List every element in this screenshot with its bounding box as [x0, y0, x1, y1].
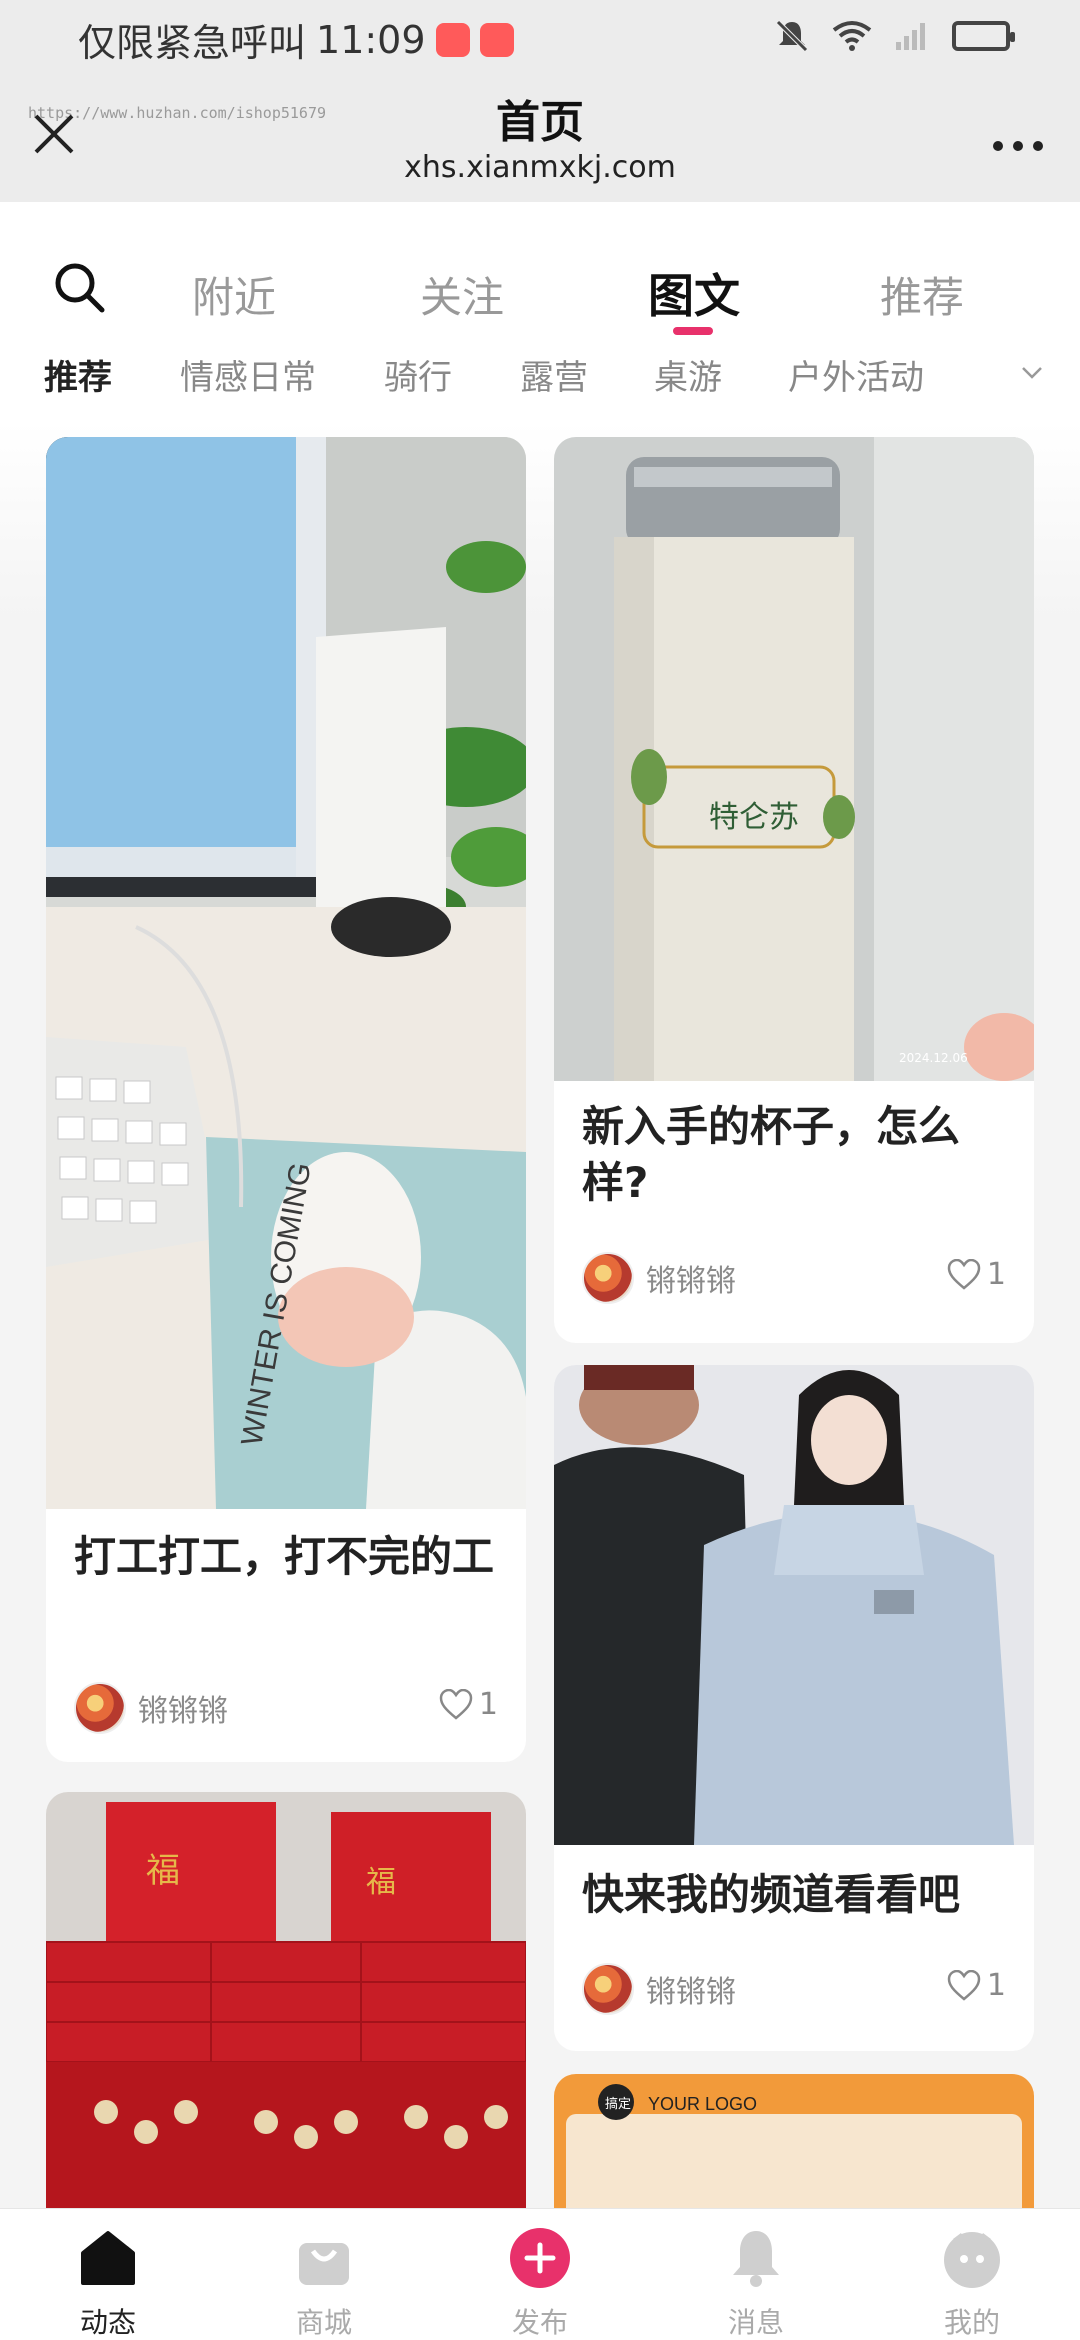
note-card[interactable]: WINTER IS COMING 打工打工，打不完的工 锵锵锵 1	[46, 437, 526, 1762]
nav-label: 我的	[943, 2306, 1000, 2339]
avatar	[582, 1252, 634, 1304]
profile-icon	[944, 2232, 1000, 2288]
mute-bell-icon	[776, 20, 808, 52]
app-content: 附近 关注 图文 推荐 推荐 情感日常 骑行 露营 桌游 户外活动 WINTER…	[0, 202, 1080, 2208]
more-options-button[interactable]	[992, 116, 1044, 156]
category-recommend[interactable]: 推荐	[44, 350, 112, 399]
nav-messages[interactable]: 消息	[696, 2227, 816, 2340]
nav-profile[interactable]: 我的	[912, 2227, 1032, 2340]
nav-feed[interactable]: 动态	[48, 2227, 168, 2340]
category-bar: 推荐 情感日常 骑行 露营 桌游 户外活动	[0, 350, 1080, 430]
like-button[interactable]: 1	[947, 1968, 1006, 2003]
category-cycling[interactable]: 骑行	[384, 350, 452, 399]
ad-logo-text: YOUR LOGO	[648, 2094, 757, 2114]
like-button[interactable]: 1	[947, 1257, 1006, 1292]
tab-recommend[interactable]: 推荐	[880, 264, 964, 325]
photo-date-stamp: 2024.12.06	[899, 1051, 968, 1065]
note-card[interactable]: 特仑苏 2024.12.06 新入手的杯子，怎么样? 锵锵锵 1	[554, 437, 1034, 1343]
svg-text:福: 福	[146, 1851, 180, 1891]
nav-shop[interactable]: 商城	[264, 2227, 384, 2340]
card-title[interactable]: 打工打工，打不完的工	[74, 1529, 498, 1585]
card-title[interactable]: 快来我的频道看看吧	[582, 1867, 1006, 1923]
page-title: 首页	[496, 97, 584, 148]
search-icon[interactable]	[52, 260, 106, 314]
bottom-nav: 动态 商城 发布 消息 我的	[0, 2208, 1080, 2340]
note-image-thermos: 特仑苏 2024.12.06	[554, 437, 1034, 1081]
like-button[interactable]: 1	[439, 1687, 498, 1722]
avatar	[582, 1963, 634, 2015]
author-name: 锵锵锵	[138, 1694, 228, 1729]
ad-badge-text: 搞定	[605, 2096, 631, 2112]
note-image-food-ad: 搞定 YOUR LOGO 美味	[554, 2074, 1034, 2208]
top-tabs: 附近 关注 图文 推荐	[0, 252, 1080, 352]
heart-icon	[947, 1258, 981, 1290]
carrier-text: 仅限紧急呼叫	[78, 21, 307, 65]
shopping-bag-icon	[299, 2243, 349, 2285]
clock: 11:09	[316, 17, 426, 62]
heart-icon	[439, 1688, 473, 1720]
notification-app-icon	[435, 22, 470, 57]
chevron-down-icon[interactable]	[1020, 360, 1044, 384]
category-camping[interactable]: 露营	[520, 350, 588, 399]
status-left: 仅限紧急呼叫 11:09	[78, 12, 514, 67]
cup-brand-text: 特仑苏	[709, 800, 799, 835]
tab-image-text[interactable]: 图文	[648, 260, 740, 326]
nav-publish[interactable]: 发布	[480, 2227, 600, 2340]
nav-label: 发布	[511, 2306, 568, 2339]
signal-icon	[896, 23, 925, 50]
svg-text:福: 福	[366, 1865, 396, 1900]
status-right	[774, 18, 1015, 54]
card-author[interactable]: 锵锵锵	[582, 1963, 736, 2015]
like-count: 1	[986, 1257, 1006, 1292]
tab-following[interactable]: 关注	[420, 264, 504, 325]
note-card[interactable]: 搞定 YOUR LOGO 美味	[554, 2074, 1034, 2208]
notification-app-icon	[479, 22, 514, 57]
note-image-jackets	[554, 1365, 1034, 1845]
tab-nearby[interactable]: 附近	[192, 264, 276, 325]
browser-header: https://www.huzhan.com/ishop51679 首页 xhs…	[0, 72, 1080, 202]
category-emotion-daily[interactable]: 情感日常	[180, 350, 316, 399]
note-card[interactable]: 快来我的频道看看吧 锵锵锵 1	[554, 1365, 1034, 2051]
category-outdoor[interactable]: 户外活动	[788, 350, 924, 399]
more-icon	[993, 141, 1043, 151]
author-name: 锵锵锵	[646, 1264, 736, 1299]
note-card[interactable]: 福 福	[46, 1792, 526, 2208]
top-bar: 仅限紧急呼叫 11:09 https://www.huzhan.com/isho…	[0, 0, 1080, 202]
like-count: 1	[478, 1687, 498, 1722]
nav-label: 动态	[79, 2306, 136, 2339]
like-count: 1	[986, 1968, 1006, 2003]
note-image-gift-boxes: 福 福	[46, 1792, 526, 2208]
card-author[interactable]: 锵锵锵	[74, 1682, 228, 1734]
status-bar: 仅限紧急呼叫 11:09	[0, 0, 1080, 72]
wifi-icon	[832, 21, 872, 51]
card-title[interactable]: 新入手的杯子，怎么样?	[582, 1099, 1006, 1211]
battery-icon	[952, 21, 1015, 51]
nav-label: 商城	[295, 2306, 352, 2339]
active-tab-indicator	[673, 327, 713, 335]
heart-icon	[947, 1969, 981, 2001]
avatar	[74, 1682, 126, 1734]
plus-icon	[510, 2228, 570, 2288]
nav-label: 消息	[727, 2306, 784, 2339]
note-image-desk: WINTER IS COMING	[46, 437, 526, 1509]
category-board-games[interactable]: 桌游	[654, 350, 722, 399]
card-author[interactable]: 锵锵锵	[582, 1252, 736, 1304]
author-name: 锵锵锵	[646, 1975, 736, 2010]
page-url: xhs.xianmxkj.com	[404, 150, 676, 185]
bell-icon	[733, 2231, 779, 2287]
home-icon	[81, 2231, 135, 2285]
